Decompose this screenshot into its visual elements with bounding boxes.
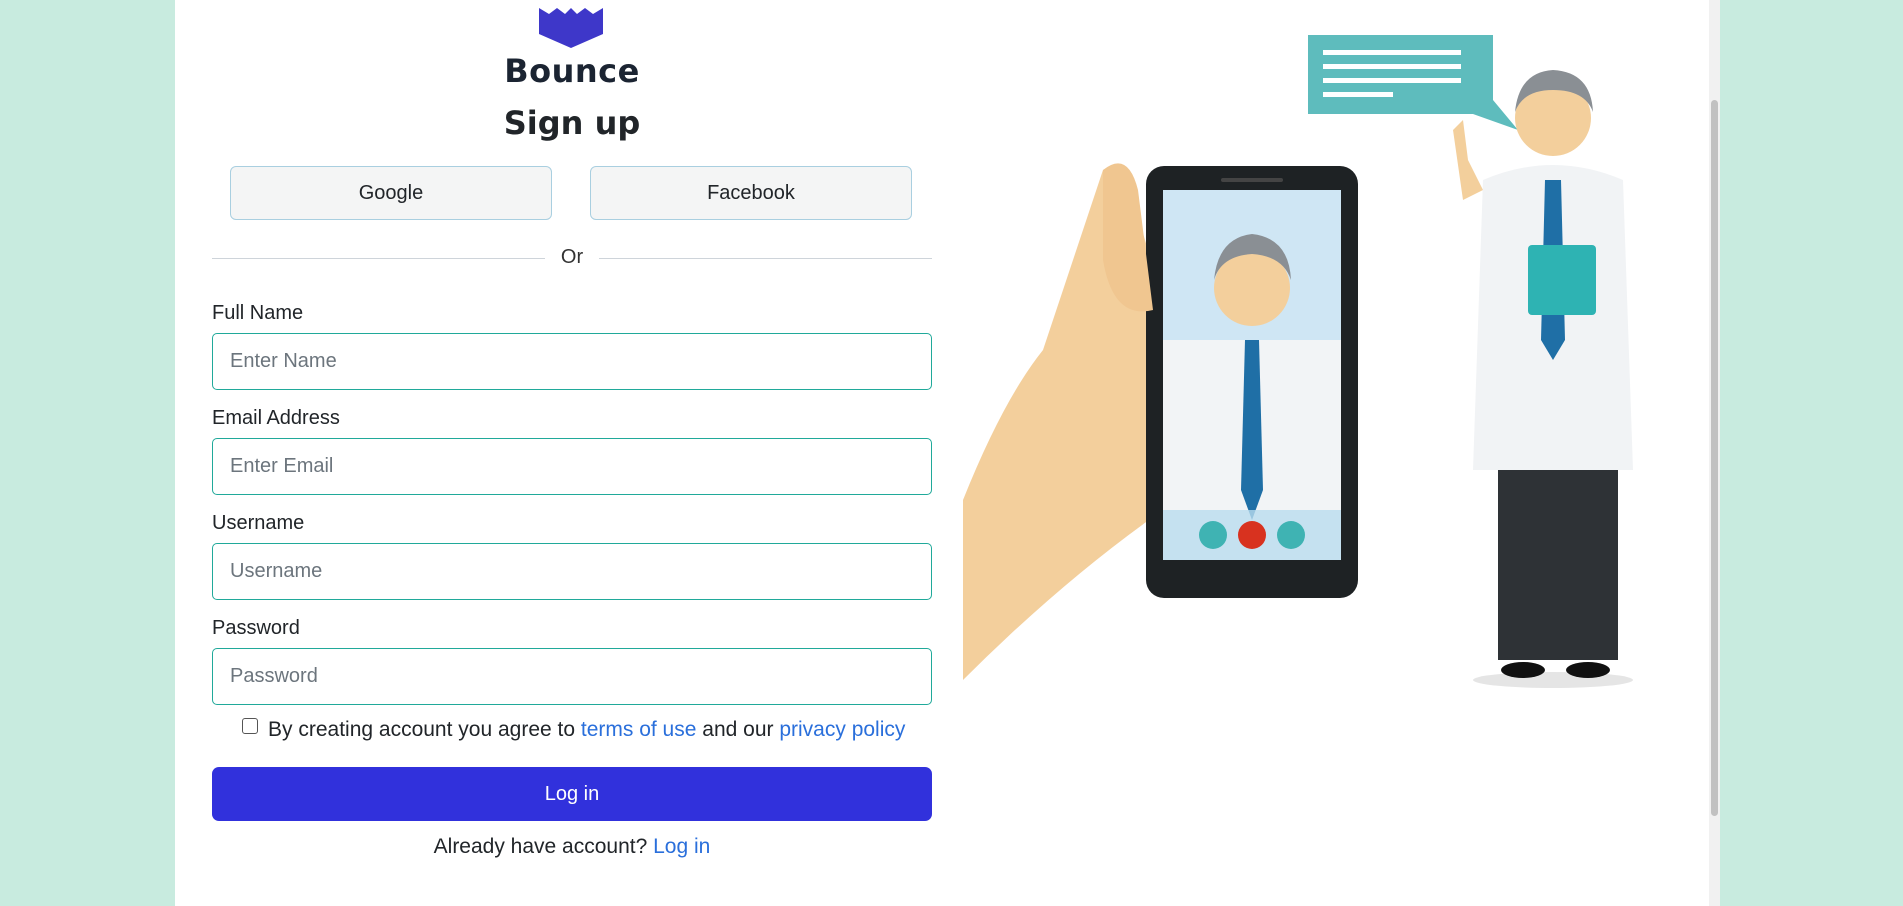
- page-scrollbar[interactable]: [1709, 0, 1720, 906]
- username-label: Username: [212, 512, 305, 534]
- google-signup-button[interactable]: Google: [230, 166, 552, 220]
- password-input[interactable]: [212, 648, 932, 705]
- brand-name: Bounce: [504, 52, 640, 90]
- terms-row: By creating account you agree to terms o…: [242, 718, 905, 742]
- already-have-account: Already have account? Log in: [212, 835, 932, 859]
- email-input[interactable]: [212, 438, 932, 495]
- scrollbar-thumb[interactable]: [1711, 100, 1718, 816]
- crown-logo-icon: [539, 8, 603, 48]
- or-text: Or: [560, 246, 584, 268]
- full-name-input[interactable]: [212, 333, 932, 390]
- email-label: Email Address: [212, 407, 340, 429]
- login-link[interactable]: Log in: [653, 835, 710, 858]
- divider-line-right: [599, 258, 932, 259]
- page-title: Sign up: [503, 104, 641, 142]
- username-input[interactable]: [212, 543, 932, 600]
- facebook-signup-button[interactable]: Facebook: [590, 166, 912, 220]
- password-label: Password: [212, 617, 300, 639]
- full-name-label: Full Name: [212, 302, 304, 324]
- terms-of-use-link[interactable]: terms of use: [581, 718, 697, 742]
- divider-line-left: [212, 258, 545, 259]
- terms-middle: and our: [702, 718, 774, 741]
- terms-checkbox[interactable]: [242, 718, 258, 734]
- privacy-policy-link[interactable]: privacy policy: [779, 718, 905, 742]
- signup-card: Bounce Sign up Google Facebook Or Full N…: [175, 0, 1720, 906]
- terms-prefix: By creating account you agree to: [268, 718, 576, 741]
- doctor-video-call-illustration: [963, 35, 1633, 688]
- already-text: Already have account?: [433, 835, 648, 858]
- or-divider: Or: [212, 246, 932, 270]
- login-submit-button[interactable]: Log in: [212, 767, 932, 821]
